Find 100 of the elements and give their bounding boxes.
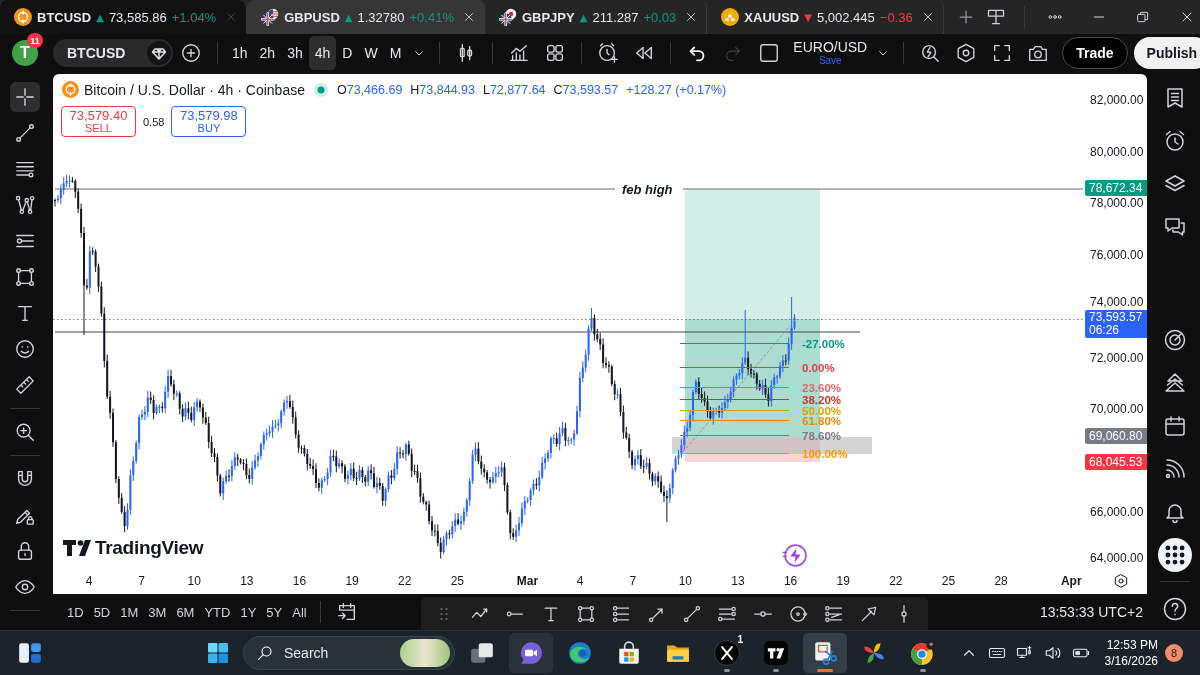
price-axis-label: 76,000.00	[1090, 247, 1144, 262]
range-button[interactable]: 5Y	[261, 599, 288, 625]
lightning-badge-icon[interactable]	[781, 543, 808, 568]
taskbar-app-button[interactable]	[803, 633, 847, 673]
taskbar-app-button[interactable]: 1	[705, 633, 749, 673]
action-button[interactable]: Publish	[1133, 37, 1200, 69]
price-axis-label: 64,000.00	[1090, 551, 1144, 565]
stacked-triangles-icon[interactable]	[1163, 370, 1187, 395]
price-axis-label: 74,000.00	[1090, 295, 1144, 309]
time-axis-label: 13	[240, 574, 254, 588]
interval-button[interactable]: W	[358, 36, 384, 70]
node-lines-icon[interactable]	[611, 603, 632, 624]
price-tag: 68,045.53	[1085, 454, 1147, 470]
signal-arcs-icon[interactable]	[1163, 456, 1187, 481]
gem-icon[interactable]	[147, 41, 171, 65]
sell-button[interactable]: 73,579.40 SELL	[61, 106, 136, 137]
fib-level-label: 0.00%	[802, 361, 835, 374]
range-button[interactable]: 1D	[62, 599, 89, 625]
logo-tile-icon[interactable]	[763, 640, 789, 666]
lightning-search-icon[interactable]	[919, 42, 942, 64]
line-tool-icon[interactable]	[682, 603, 702, 624]
range-button[interactable]: 5D	[88, 599, 116, 625]
scissors-note-icon[interactable]	[812, 640, 838, 666]
time-axis-label: 16	[292, 574, 307, 588]
price-axis-label: 78,000.00	[1090, 196, 1144, 210]
help-icon[interactable]	[1163, 596, 1187, 621]
price-axis-label: 66,000.00	[1090, 505, 1144, 519]
channel-lines-icon[interactable]	[823, 603, 844, 624]
price-axis-label: 70,000.00	[1090, 402, 1144, 416]
apps-grid-icon[interactable]	[1158, 537, 1192, 572]
fib-level-label: 61.80%	[802, 414, 841, 427]
overlapping-squares-icon[interactable]	[469, 640, 495, 666]
widgets-icon[interactable]	[17, 640, 43, 666]
search-input[interactable]: Search	[284, 645, 374, 661]
video-bubble-icon[interactable]	[518, 640, 544, 666]
range-button[interactable]: All	[287, 599, 312, 625]
settings-icon[interactable]	[1113, 573, 1129, 589]
x-mark-icon[interactable]	[714, 640, 740, 666]
range-button[interactable]: 1Y	[235, 599, 262, 625]
alarm-clock-icon[interactable]	[1163, 128, 1187, 153]
range-button[interactable]: 6M	[171, 599, 200, 625]
ingot-coin-icon	[721, 8, 740, 26]
indicators-icon[interactable]	[508, 42, 531, 64]
ohlc-value: L72,877.64	[482, 82, 546, 97]
round-browser-icon[interactable]	[910, 640, 936, 666]
interval-button[interactable]: 2h	[253, 36, 282, 70]
buy-button[interactable]: 73,579.98 BUY	[171, 106, 247, 137]
chart-tab[interactable]: BTCUSD ▲ 73,585.86 +1.04%	[0, 0, 248, 34]
chart-tab[interactable]: GBPUSD ▲ 1.32780 +0.41%	[247, 0, 485, 34]
time-axis-label: 7	[138, 574, 145, 588]
time-axis-label: 25	[450, 574, 464, 588]
shopping-bag-icon[interactable]	[616, 640, 642, 666]
flag-pair-icon	[261, 8, 280, 26]
layout-button[interactable]: EURO/USD Save	[789, 39, 872, 67]
time-axis-label: 22	[889, 574, 903, 588]
rectangle-tool-icon[interactable]	[575, 603, 596, 624]
range-button[interactable]: 3M	[143, 599, 172, 625]
calendar-arrow-icon[interactable]	[335, 601, 358, 623]
symbol-search-field[interactable]: BTCUSD	[53, 39, 173, 67]
target-icon[interactable]	[1163, 327, 1187, 352]
taskbar-app-button[interactable]	[509, 633, 553, 673]
time-axis-label: 19	[836, 574, 850, 588]
fib-level-label: 38.20%	[802, 393, 841, 406]
price-axis-label: 72,000.00	[1090, 350, 1144, 365]
time-axis-label: 16	[783, 574, 798, 588]
restore-icon[interactable]	[1134, 9, 1151, 25]
taskbar-date[interactable]: 3/16/2026	[1104, 653, 1158, 669]
price-tag: 69,060.80	[1085, 428, 1147, 444]
range-button[interactable]: 1M	[115, 599, 144, 625]
interval-button[interactable]: D	[336, 36, 359, 70]
coin-icon	[62, 81, 79, 98]
alarm-plus-icon[interactable]	[597, 42, 620, 64]
circle-tool-icon[interactable]	[788, 603, 809, 624]
price-axis-label: 80,000.00	[1090, 144, 1144, 159]
window-grid-icon[interactable]	[206, 641, 230, 665]
time-axis-label: 4	[85, 574, 93, 588]
interval-button[interactable]: 3h	[281, 36, 309, 70]
price-tag: 78,672.34	[1085, 180, 1147, 196]
taskbar-time[interactable]: 12:53 PM	[1106, 637, 1158, 653]
search-icon[interactable]	[256, 644, 274, 662]
pinwheel-icon[interactable]	[861, 640, 887, 666]
fib-level-label: 78.60%	[802, 429, 841, 442]
square-icon[interactable]	[758, 42, 781, 64]
interval-button[interactable]: 4h	[308, 36, 337, 70]
price-tag: 73,593.57 06:26	[1085, 310, 1147, 338]
interval-button[interactable]: 1h	[226, 36, 254, 70]
time-axis-label: Apr	[1060, 574, 1082, 588]
interval-button[interactable]: M	[383, 36, 408, 70]
action-button[interactable]: Trade	[1062, 37, 1128, 69]
coin-icon	[14, 8, 32, 26]
calendar-icon[interactable]	[1163, 413, 1187, 438]
time-axis-label: 19	[345, 574, 359, 588]
notification-badge[interactable]: 8	[1165, 644, 1183, 662]
unread-count: 1	[737, 634, 743, 645]
volume-icon[interactable]	[1043, 644, 1062, 662]
swirl-icon[interactable]	[567, 640, 593, 666]
time-axis-label: 13	[731, 574, 745, 588]
range-button[interactable]: YTD	[199, 599, 236, 625]
time-axis-label: 7	[629, 574, 637, 588]
add-icon[interactable]	[180, 42, 202, 64]
